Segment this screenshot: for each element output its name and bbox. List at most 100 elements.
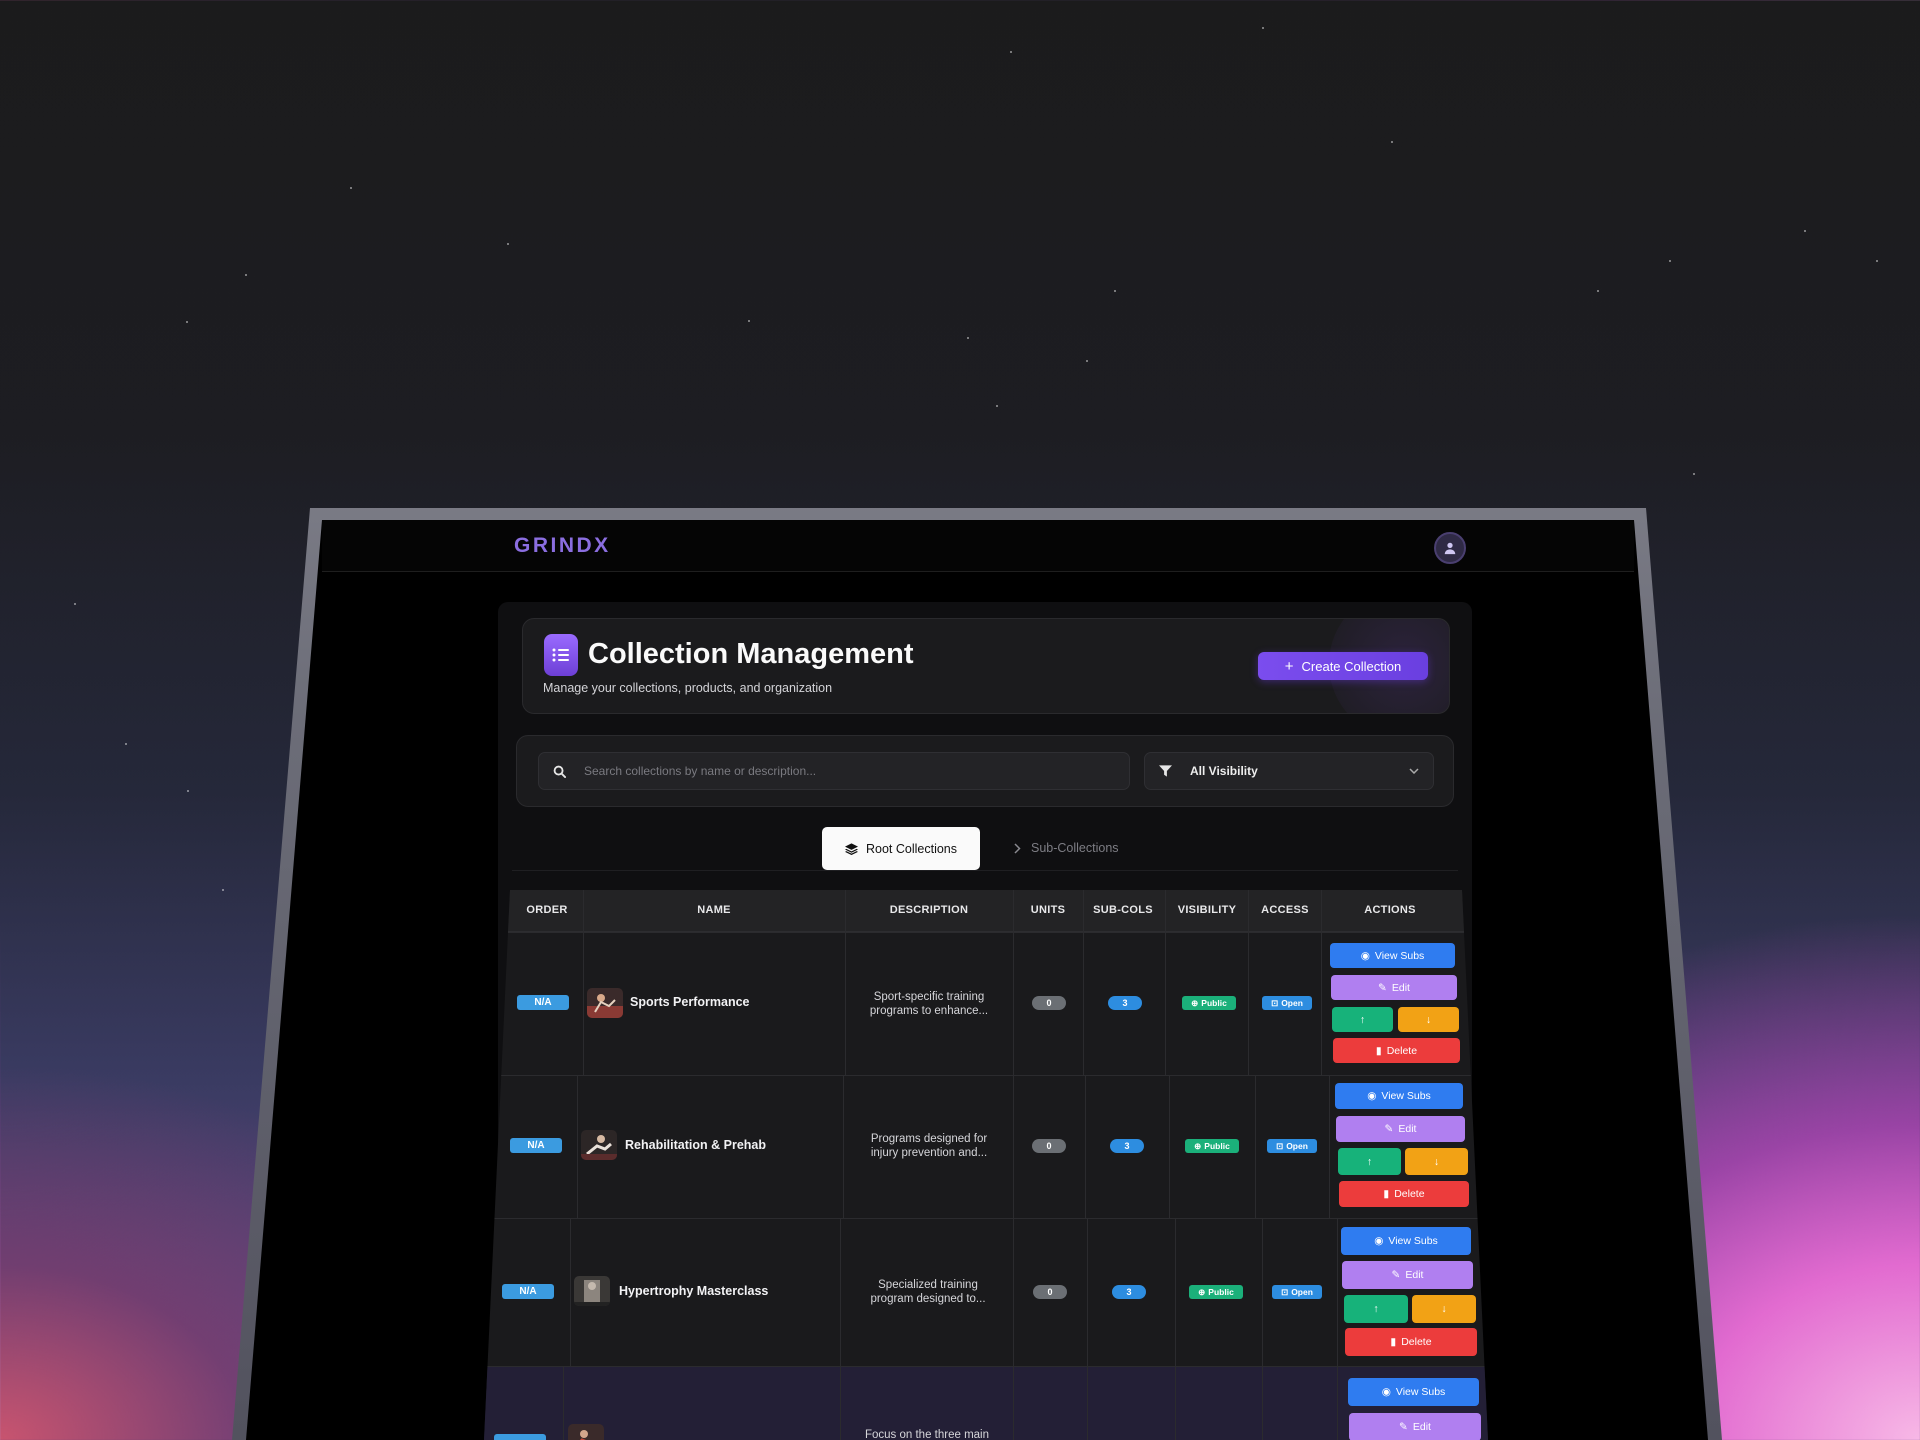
chevron-down-icon <box>1409 768 1419 774</box>
collection-thumbnail[interactable] <box>574 1276 610 1306</box>
delete-button[interactable]: ▮ Delete <box>1333 1038 1460 1063</box>
view-subs-label: View Subs <box>1395 1386 1446 1398</box>
edit-label: Edit <box>1391 981 1410 994</box>
edit-icon: ✎ <box>1391 1269 1401 1281</box>
order-badge: N/A <box>517 995 569 1010</box>
collection-thumbnail[interactable] <box>581 1130 617 1160</box>
create-collection-label: Create Collection <box>1301 658 1402 674</box>
units-count: 0 <box>1033 1285 1067 1299</box>
access-badge-label: Open <box>1286 1141 1308 1151</box>
user-avatar[interactable] <box>1434 532 1466 564</box>
access-badge: ⊡ Open <box>1267 1139 1317 1153</box>
arrow-up-icon: ↑ <box>1359 1013 1366 1026</box>
edit-icon: ✎ <box>1399 1421 1408 1433</box>
unlock-icon: ⊡ <box>1271 997 1279 1008</box>
move-down-button[interactable]: ↓ <box>1405 1148 1468 1175</box>
eye-icon: ◉ <box>1360 949 1370 962</box>
eye-icon: ◉ <box>1374 1235 1384 1247</box>
visibility-badge-label: Public <box>1201 998 1227 1008</box>
unlock-icon: ⊡ <box>1276 1140 1284 1151</box>
visibility-badge: ⊕ Public <box>1189 1285 1243 1299</box>
tab-divider <box>512 870 1458 871</box>
search-field[interactable] <box>538 752 1130 790</box>
arrow-up-icon: ↑ <box>1373 1303 1379 1315</box>
visibility-select[interactable]: All Visibility <box>1144 752 1434 790</box>
collection-name[interactable]: Rehabilitation & Prehab <box>625 1138 766 1152</box>
col-actions: ACTIONS <box>1364 904 1416 916</box>
move-up-button[interactable]: ↑ <box>1344 1295 1408 1323</box>
edit-button[interactable]: ✎ Edit <box>1342 1261 1473 1289</box>
delete-label: Delete <box>1386 1044 1418 1057</box>
collection-thumbnail[interactable] <box>568 1424 604 1440</box>
move-up-button[interactable]: ↑ <box>1332 1007 1393 1032</box>
subcols-count: 3 <box>1110 1139 1144 1153</box>
create-collection-button[interactable]: + Create Collection <box>1258 652 1428 680</box>
edit-button[interactable]: ✎ Edit <box>1349 1413 1481 1440</box>
order-badge: N/A <box>510 1138 562 1153</box>
arrow-up-icon: ↑ <box>1366 1155 1373 1168</box>
move-up-button[interactable]: ↑ <box>1338 1148 1401 1175</box>
visibility-badge: ⊕ Public <box>1182 996 1236 1010</box>
user-icon <box>1444 542 1456 555</box>
trash-icon: ▮ <box>1383 1188 1390 1200</box>
globe-icon: ⊕ <box>1198 1286 1206 1297</box>
chevron-right-icon <box>1014 842 1021 854</box>
table-header <box>484 890 1488 932</box>
access-badge: ⊡ Open <box>1262 996 1312 1010</box>
view-subs-button[interactable]: ◉ View Subs <box>1341 1227 1471 1255</box>
view-subs-button[interactable]: ◉ View Subs <box>1330 943 1455 968</box>
eye-icon: ◉ <box>1367 1090 1377 1102</box>
edit-button[interactable]: ✎ Edit <box>1336 1116 1465 1142</box>
tab-root-collections-label: Root Collections <box>865 841 957 856</box>
view-subs-label: View Subs <box>1374 949 1425 962</box>
search-input[interactable] <box>584 764 1104 778</box>
arrow-down-icon: ↓ <box>1441 1303 1447 1315</box>
col-order[interactable]: ORDER <box>526 904 567 916</box>
move-down-button[interactable]: ↓ <box>1398 1007 1459 1032</box>
app-logo[interactable]: GRINDX <box>514 534 611 558</box>
collection-description: Focus on the three main <box>864 1429 989 1440</box>
collection-thumbnail[interactable] <box>587 988 623 1018</box>
view-subs-button[interactable]: ◉ View Subs <box>1348 1378 1479 1406</box>
access-badge-label: Open <box>1281 998 1303 1008</box>
tab-root-collections[interactable]: Root Collections <box>822 827 980 870</box>
delete-label: Delete <box>1401 1336 1432 1348</box>
arrow-down-icon: ↓ <box>1425 1013 1432 1026</box>
units-count: 0 <box>1032 996 1066 1010</box>
globe-icon: ⊕ <box>1194 1140 1202 1151</box>
col-units[interactable]: UNITS <box>1031 904 1066 916</box>
collection-name[interactable]: Sports Performance <box>630 995 749 1009</box>
collection-description: Programs designed for injury prevention … <box>870 1133 988 1159</box>
edit-label: Edit <box>1398 1123 1417 1135</box>
collection-name[interactable]: Hypertrophy Masterclass <box>619 1284 768 1298</box>
view-subs-label: View Subs <box>1381 1090 1431 1102</box>
edit-label: Edit <box>1405 1269 1424 1281</box>
arrow-down-icon: ↓ <box>1433 1155 1440 1168</box>
move-down-button[interactable]: ↓ <box>1412 1295 1476 1323</box>
page-subtitle: Manage your collections, products, and o… <box>543 681 833 695</box>
col-name[interactable]: NAME <box>697 904 731 916</box>
view-subs-button[interactable]: ◉ View Subs <box>1335 1083 1463 1109</box>
visibility-badge-label: Public <box>1204 1141 1230 1151</box>
col-access[interactable]: ACCESS <box>1261 904 1309 916</box>
trash-icon: ▮ <box>1375 1044 1382 1057</box>
edit-icon: ✎ <box>1378 981 1387 994</box>
collection-description: Sport-specific training programs to enha… <box>869 991 989 1017</box>
col-visibility[interactable]: VISIBILITY <box>1178 904 1237 916</box>
access-badge: ⊡ Open <box>1272 1285 1322 1299</box>
collection-description: Specialized training program designed to… <box>870 1279 986 1305</box>
visibility-select-value: All Visibility <box>1190 764 1258 778</box>
order-badge <box>494 1434 546 1440</box>
tab-sub-collections[interactable]: Sub-Collections <box>1014 838 1119 858</box>
page-title: Collection Management <box>588 638 914 670</box>
delete-button[interactable]: ▮ Delete <box>1345 1328 1477 1356</box>
visibility-badge: ⊕ Public <box>1185 1139 1239 1153</box>
col-description[interactable]: DESCRIPTION <box>890 904 968 916</box>
col-sub-cols[interactable]: SUB-COLS <box>1093 904 1153 916</box>
units-count: 0 <box>1032 1139 1066 1153</box>
trash-icon: ▮ <box>1390 1336 1397 1348</box>
edit-icon: ✎ <box>1384 1123 1394 1135</box>
delete-button[interactable]: ▮ Delete <box>1339 1181 1469 1207</box>
edit-button[interactable]: ✎ Edit <box>1331 975 1457 1000</box>
visibility-badge-label: Public <box>1208 1287 1234 1297</box>
